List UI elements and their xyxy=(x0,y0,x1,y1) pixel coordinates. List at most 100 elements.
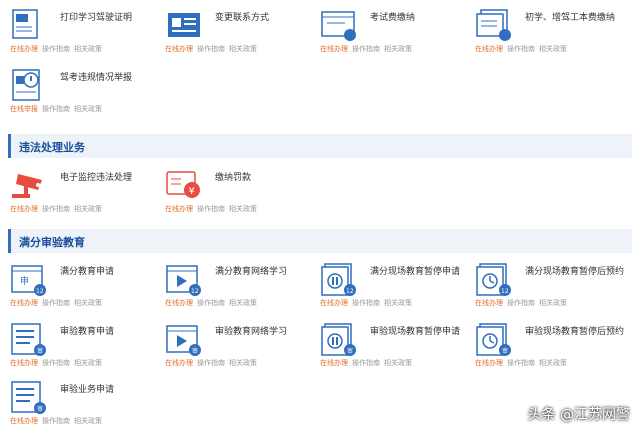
policy-link[interactable]: 相关政策 xyxy=(74,45,102,53)
online-report-link[interactable]: 在线举报 xyxy=(10,105,38,113)
service-item-exam-fee[interactable]: 考试费缴纳 在线办理 操作指南 相关政策 xyxy=(320,8,470,54)
service-title: 审验现场教育暂停申请 xyxy=(370,327,461,337)
online-handle-link[interactable]: 在线办理 xyxy=(10,417,38,425)
section-header-violation: 违法处理业务 xyxy=(8,134,632,158)
report-icon xyxy=(10,68,48,102)
badge-text: 12 xyxy=(346,288,354,295)
online-handle-link[interactable]: 在线办理 xyxy=(10,299,38,307)
section-title: 满分审验教育 xyxy=(19,236,85,249)
document-stamp-icon xyxy=(10,8,48,42)
badge-text: 审 xyxy=(37,405,43,413)
service-title: 打印学习驾驶证明 xyxy=(60,13,133,23)
policy-link[interactable]: 相关政策 xyxy=(229,299,257,307)
clock-icon: 12 xyxy=(475,262,513,296)
guide-link[interactable]: 操作指南 xyxy=(352,359,380,367)
guide-link[interactable]: 操作指南 xyxy=(197,45,225,53)
guide-link[interactable]: 操作指南 xyxy=(42,105,70,113)
badge-text: 审 xyxy=(347,347,353,355)
policy-link[interactable]: 相关政策 xyxy=(74,205,102,213)
guide-link[interactable]: 操作指南 xyxy=(42,417,70,425)
service-title: 审验现场教育暂停后预约 xyxy=(525,327,625,337)
policy-link[interactable]: 相关政策 xyxy=(539,359,567,367)
service-item-review-pause-apply[interactable]: 审 审验现场教育暂停申请 在线办理 操作指南 相关政策 xyxy=(320,322,470,368)
policy-link[interactable]: 相关政策 xyxy=(74,299,102,307)
guide-link[interactable]: 操作指南 xyxy=(507,359,535,367)
section-header-education: 满分审验教育 xyxy=(8,229,632,253)
policy-link[interactable]: 相关政策 xyxy=(74,359,102,367)
service-item-change-contact[interactable]: 变更联系方式 在线办理 操作指南 相关政策 xyxy=(165,8,315,54)
online-handle-link[interactable]: 在线办理 xyxy=(10,205,38,213)
online-handle-link[interactable]: 在线办理 xyxy=(320,45,348,53)
fee-document-icon xyxy=(475,8,513,42)
online-handle-link[interactable]: 在线办理 xyxy=(475,45,503,53)
service-item-full-score-pause-apply[interactable]: 12 满分现场教育暂停申请 在线办理 操作指南 相关政策 xyxy=(320,262,470,308)
badge-text: 审 xyxy=(192,347,198,355)
service-item-exam-report[interactable]: 驾考违规情况举报 在线举报 操作指南 相关政策 xyxy=(10,68,160,114)
service-title: 初学、增驾工本费缴纳 xyxy=(525,13,616,23)
service-item-print-certificate[interactable]: 打印学习驾驶证明 在线办理 操作指南 相关政策 xyxy=(10,8,160,54)
badge-text: 12 xyxy=(501,288,509,295)
service-item-camera-violation[interactable]: 电子监控违法处理 在线办理 操作指南 相关政策 xyxy=(10,168,160,214)
service-item-review-online-study[interactable]: 审 审验教育网络学习 在线办理 操作指南 相关政策 xyxy=(165,322,315,368)
guide-link[interactable]: 操作指南 xyxy=(507,45,535,53)
policy-link[interactable]: 相关政策 xyxy=(384,299,412,307)
online-handle-link[interactable]: 在线办理 xyxy=(10,45,38,53)
video-play-icon: 审 xyxy=(165,322,203,356)
online-handle-link[interactable]: 在线办理 xyxy=(320,299,348,307)
service-item-pay-fine[interactable]: ¥ 缴纳罚款 在线办理 操作指南 相关政策 xyxy=(165,168,315,214)
policy-link[interactable]: 相关政策 xyxy=(384,45,412,53)
online-handle-link[interactable]: 在线办理 xyxy=(320,359,348,367)
badge-text: 12 xyxy=(191,288,199,295)
guide-link[interactable]: 操作指南 xyxy=(197,205,225,213)
policy-link[interactable]: 相关政策 xyxy=(74,417,102,425)
online-handle-link[interactable]: 在线办理 xyxy=(165,299,193,307)
online-handle-link[interactable]: 在线办理 xyxy=(10,359,38,367)
service-title: 满分教育申请 xyxy=(60,267,115,277)
service-item-review-apply[interactable]: 审 审验教育申请 在线办理 操作指南 相关政策 xyxy=(10,322,160,368)
online-handle-link[interactable]: 在线办理 xyxy=(165,359,193,367)
guide-link[interactable]: 操作指南 xyxy=(352,45,380,53)
service-title: 变更联系方式 xyxy=(215,13,270,23)
online-handle-link[interactable]: 在线办理 xyxy=(475,299,503,307)
service-title: 审验业务申请 xyxy=(60,385,115,395)
service-title: 满分教育网络学习 xyxy=(215,267,288,277)
guide-link[interactable]: 操作指南 xyxy=(42,359,70,367)
policy-link[interactable]: 相关政策 xyxy=(229,45,257,53)
pause-icon: 12 xyxy=(320,262,358,296)
video-play-icon: 12 xyxy=(165,262,203,296)
service-title: 审验教育网络学习 xyxy=(215,327,288,337)
guide-link[interactable]: 操作指南 xyxy=(42,299,70,307)
service-item-full-score-online-study[interactable]: 12 满分教育网络学习 在线办理 操作指南 相关政策 xyxy=(165,262,315,308)
service-title: 满分现场教育暂停后预约 xyxy=(525,267,625,277)
guide-link[interactable]: 操作指南 xyxy=(352,299,380,307)
online-handle-link[interactable]: 在线办理 xyxy=(475,359,503,367)
svg-text:申: 申 xyxy=(20,275,29,287)
service-item-review-pause-booking[interactable]: 审 审验现场教育暂停后预约 在线办理 操作指南 相关政策 xyxy=(475,322,625,368)
guide-link[interactable]: 操作指南 xyxy=(507,299,535,307)
policy-link[interactable]: 相关政策 xyxy=(384,359,412,367)
service-item-full-score-apply[interactable]: 申 12 满分教育申请 在线办理 操作指南 相关政策 xyxy=(10,262,160,308)
policy-link[interactable]: 相关政策 xyxy=(229,359,257,367)
online-handle-link[interactable]: 在线办理 xyxy=(165,205,193,213)
policy-link[interactable]: 相关政策 xyxy=(539,45,567,53)
watermark: 头条 @江苏网警 xyxy=(527,407,630,423)
pause-icon: 审 xyxy=(320,322,358,356)
policy-link[interactable]: 相关政策 xyxy=(74,105,102,113)
clock-icon: 审 xyxy=(475,322,513,356)
service-title: 电子监控违法处理 xyxy=(60,173,133,183)
apply-window-icon: 申 12 xyxy=(10,262,48,296)
service-item-learner-fee[interactable]: 初学、增驾工本费缴纳 在线办理 操作指南 相关政策 xyxy=(475,8,625,54)
service-item-review-business-apply[interactable]: 审 审验业务申请 在线办理 操作指南 相关政策 xyxy=(10,380,160,426)
guide-link[interactable]: 操作指南 xyxy=(42,205,70,213)
service-title: 满分现场教育暂停申请 xyxy=(370,267,461,277)
guide-link[interactable]: 操作指南 xyxy=(42,45,70,53)
online-handle-link[interactable]: 在线办理 xyxy=(165,45,193,53)
svg-text:¥: ¥ xyxy=(189,186,195,197)
service-item-full-score-pause-booking[interactable]: 12 满分现场教育暂停后预约 在线办理 操作指南 相关政策 xyxy=(475,262,625,308)
badge-text: 12 xyxy=(36,288,44,295)
policy-link[interactable]: 相关政策 xyxy=(539,299,567,307)
policy-link[interactable]: 相关政策 xyxy=(229,205,257,213)
guide-link[interactable]: 操作指南 xyxy=(197,359,225,367)
badge-text: 审 xyxy=(502,347,508,355)
guide-link[interactable]: 操作指南 xyxy=(197,299,225,307)
